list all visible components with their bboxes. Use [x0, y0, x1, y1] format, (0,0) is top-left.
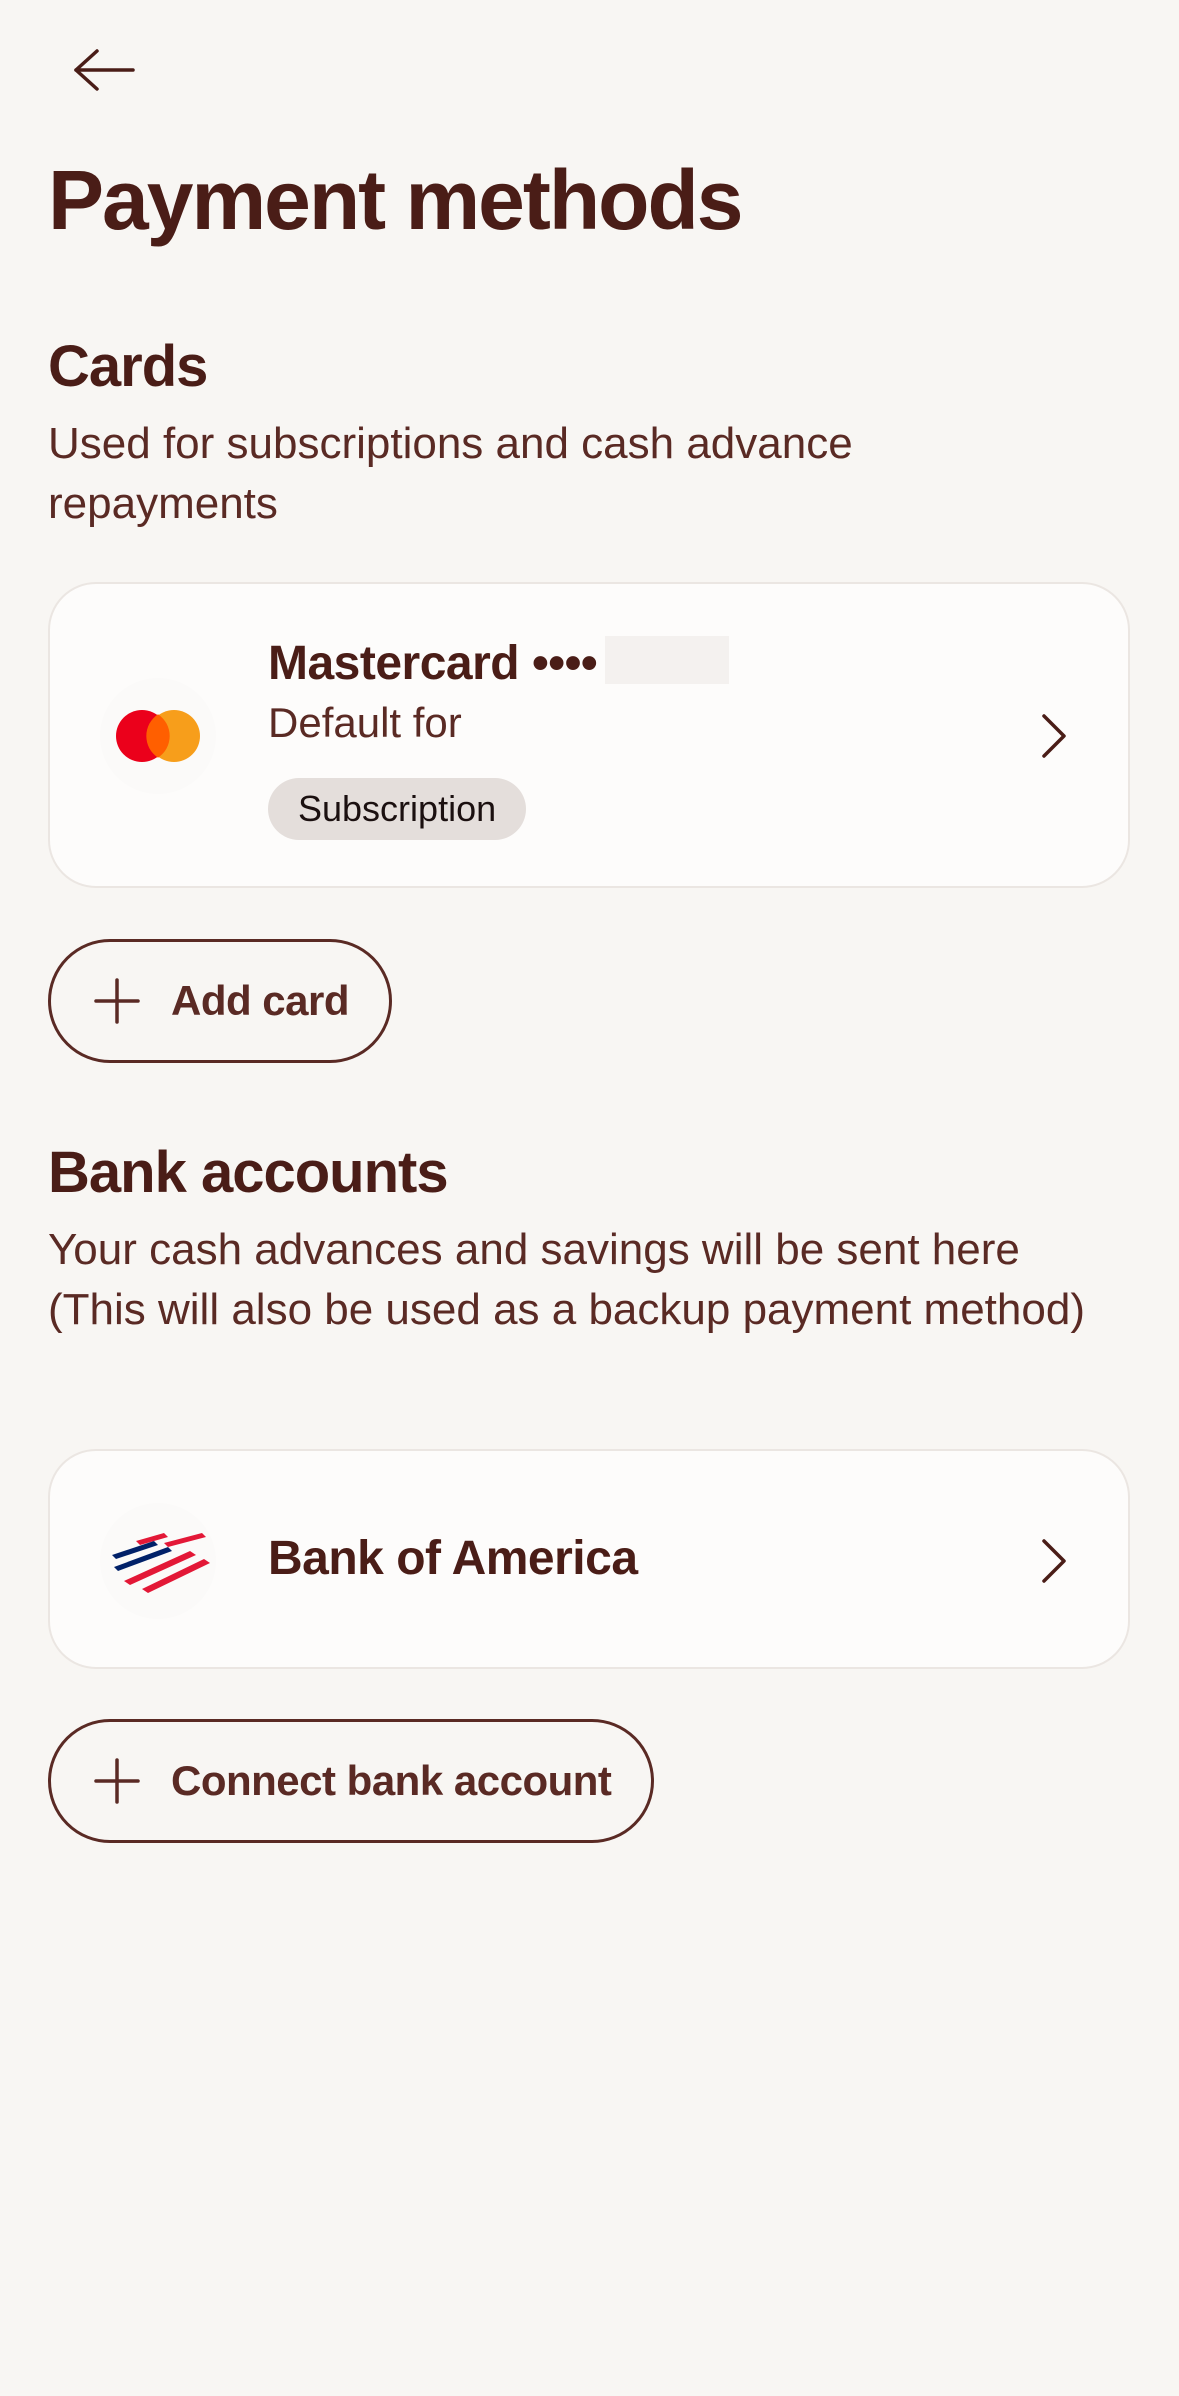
default-for-label: Default for — [268, 699, 462, 746]
mastercard-logo — [100, 678, 216, 794]
plus-icon — [93, 1757, 141, 1805]
add-card-button[interactable]: Add card — [48, 939, 393, 1063]
add-card-label: Add card — [171, 977, 350, 1024]
bank-of-america-row[interactable]: Bank of America — [48, 1449, 1130, 1669]
cards-section-title: Cards — [48, 334, 208, 399]
card-brand-masked: Mastercard •••• — [268, 637, 598, 690]
redacted-card-digits — [605, 636, 730, 685]
back-button[interactable] — [70, 42, 138, 98]
cards-section-description: Used for subscriptions and cash advance … — [48, 419, 853, 528]
plus-icon — [93, 977, 141, 1025]
chevron-right-icon — [1036, 708, 1072, 764]
bank-of-america-logo — [100, 1503, 216, 1619]
bank-name: Bank of America — [268, 1532, 638, 1585]
page-title: Payment methods — [48, 153, 744, 247]
connect-bank-account-label: Connect bank account — [171, 1757, 612, 1804]
card-name: Mastercard •••• — [268, 636, 730, 690]
connect-bank-account-button[interactable]: Connect bank account — [48, 1719, 655, 1843]
mastercard-card-row[interactable]: Mastercard •••• Default for Subscription — [48, 582, 1130, 888]
arrow-left-icon — [74, 49, 135, 91]
bank-section-description: Your cash advances and savings will be s… — [48, 1225, 1085, 1334]
subscription-tag: Subscription — [268, 778, 527, 840]
bank-section-title: Bank accounts — [48, 1140, 449, 1205]
chevron-right-icon — [1036, 1533, 1072, 1589]
